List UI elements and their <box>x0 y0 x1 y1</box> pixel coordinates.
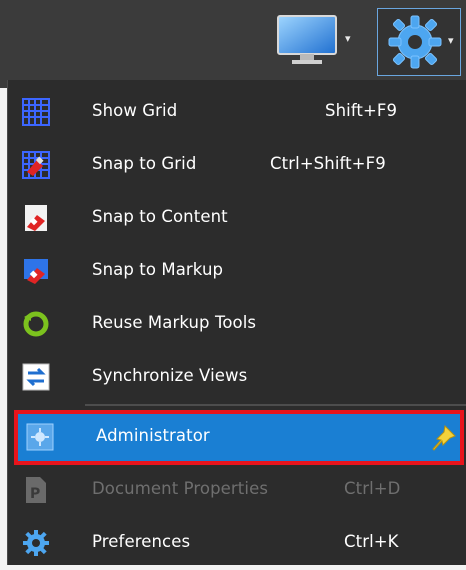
menu-item-label: Show Grid <box>92 101 178 120</box>
menu-item-snap-to-markup[interactable]: Snap to Markup <box>8 245 466 298</box>
menu-item-snap-to-grid[interactable]: Snap to Grid Ctrl+Shift+F9 <box>8 139 466 192</box>
pin-icon[interactable] <box>431 424 457 454</box>
toolbar: ▾ ▾ <box>0 0 466 88</box>
menu-item-label: Preferences <box>92 532 191 551</box>
snap-grid-icon <box>22 151 50 179</box>
display-dropdown-button[interactable]: ▾ <box>276 14 358 66</box>
settings-menu: Show Grid Shift+F9 Snap to Grid Ctrl+Shi… <box>7 80 466 565</box>
menu-item-label: Snap to Markup <box>92 260 224 279</box>
menu-separator <box>85 404 466 406</box>
menu-item-label: Reuse Markup Tools <box>92 313 257 332</box>
menu-item-label: Snap to Grid <box>92 154 197 173</box>
shortcut-label: Ctrl+Shift+F9 <box>270 154 386 173</box>
chevron-down-icon: ▾ <box>448 34 454 47</box>
menu-item-synchronize-views[interactable]: Synchronize Views <box>8 351 466 404</box>
settings-dropdown-button[interactable]: ▾ <box>377 8 461 76</box>
snap-markup-icon <box>24 259 48 284</box>
menu-item-label: Document Properties <box>92 479 269 498</box>
gear-icon <box>388 15 442 69</box>
shortcut-label: Ctrl+K <box>344 532 399 551</box>
chevron-down-icon: ▾ <box>345 32 351 45</box>
menu-item-preferences[interactable]: Preferences Ctrl+K <box>8 517 466 570</box>
menu-item-snap-to-content[interactable]: Snap to Content <box>8 192 466 245</box>
snap-content-icon <box>25 205 47 231</box>
shortcut-label: Ctrl+D <box>344 479 401 498</box>
menu-item-label: Snap to Content <box>92 207 228 226</box>
reuse-icon <box>23 311 49 337</box>
menu-item-document-properties: P Document Properties Ctrl+D <box>8 464 466 517</box>
menu-item-administrator[interactable]: Administrator <box>14 410 464 465</box>
preferences-gear-icon <box>23 530 49 556</box>
sync-icon <box>22 363 50 391</box>
document-icon: P <box>26 477 46 503</box>
svg-text:P: P <box>30 486 40 502</box>
menu-item-label: Administrator <box>96 426 210 445</box>
shortcut-label: Shift+F9 <box>325 101 398 120</box>
admin-icon <box>26 423 54 451</box>
menu-item-show-grid[interactable]: Show Grid Shift+F9 <box>8 86 466 139</box>
menu-item-reuse-markup-tools[interactable]: Reuse Markup Tools <box>8 298 466 351</box>
grid-icon <box>22 98 50 126</box>
menu-item-label: Synchronize Views <box>92 366 248 385</box>
